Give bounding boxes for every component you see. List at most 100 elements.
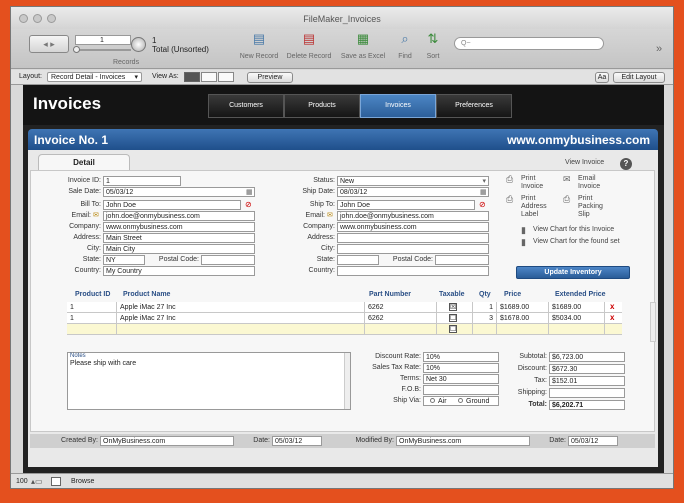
new-record-button[interactable]: ▤ New Record (235, 31, 283, 60)
delete-row-icon[interactable]: x (610, 302, 614, 311)
ship-country-field[interactable] (337, 266, 489, 276)
table-row[interactable]: 1 Apple iMac 27 Inc 6262 ☐ 3 $1678.00 $5… (67, 313, 622, 324)
qty-cell[interactable]: 1 (473, 302, 497, 313)
part-number-cell[interactable]: 6262 (365, 313, 437, 324)
preview-button[interactable]: Preview (247, 72, 293, 83)
invoice-id-field[interactable]: 1 (103, 176, 181, 186)
nav-tab-invoices[interactable]: Invoices (360, 94, 436, 118)
view-as-form-button[interactable] (184, 72, 200, 82)
save-excel-button[interactable]: ▦ Save as Excel (339, 31, 387, 60)
record-nav-arrows[interactable]: ◂ ▸ (29, 35, 69, 53)
notes-scrollbar[interactable] (344, 353, 350, 409)
nav-tab-products[interactable]: Products (284, 94, 360, 118)
toggle-toolbar-icon[interactable] (51, 477, 61, 486)
ship-postal-code-label: Postal Code: (392, 256, 433, 263)
ship-email-field[interactable]: john.doe@onmybusiness.com (337, 211, 489, 221)
zoom-controls-icon[interactable]: ▴▭ (31, 477, 43, 486)
print-address-label-button[interactable]: ⎙ Print Address Label (506, 195, 555, 219)
formatting-bar-button[interactable]: Aa (595, 72, 609, 83)
update-inventory-button[interactable]: Update Inventory (516, 266, 630, 279)
edit-layout-button[interactable]: Edit Layout (613, 72, 665, 83)
bill-to-field[interactable]: John Doe (103, 200, 241, 210)
layout-select[interactable]: Record Detail - Invoices ▾ (47, 72, 142, 82)
sort-button[interactable]: ⇅ Sort (409, 31, 457, 60)
zoom-level[interactable]: 100 (16, 478, 28, 485)
calendar-icon[interactable]: ▦ (246, 188, 253, 196)
part-number-cell[interactable]: 6262 (365, 302, 437, 313)
table-scrollbar[interactable] (650, 302, 656, 342)
product-id-cell[interactable]: 1 (67, 302, 117, 313)
record-slider-track[interactable] (75, 49, 131, 51)
email-field[interactable]: john.doe@onmybusiness.com (103, 211, 255, 221)
postal-code-field[interactable] (201, 255, 255, 265)
notes-text[interactable]: Please ship with care (70, 360, 136, 367)
ship-postal-code-field[interactable] (435, 255, 489, 265)
ship-city-field[interactable] (337, 244, 489, 254)
price-cell[interactable] (497, 324, 549, 335)
taxable-checkbox[interactable]: ☐ (449, 325, 457, 333)
part-number-cell[interactable] (365, 324, 437, 335)
ship-via-air-radio[interactable] (430, 398, 435, 403)
clear-bill-to-icon[interactable]: ⊘ (245, 200, 252, 209)
quick-find-search-input[interactable]: Q~ (454, 37, 604, 50)
invoice-heading: Invoice No. 1 (34, 133, 109, 147)
shipping-field[interactable] (549, 388, 625, 398)
toolbar-overflow-icon[interactable]: » (656, 43, 662, 55)
view-invoice-link[interactable]: View Invoice (565, 159, 604, 166)
product-id-cell[interactable]: 1 (67, 313, 117, 324)
email-invoice-button[interactable]: ✉ Email Invoice (563, 175, 614, 191)
view-as-table-button[interactable] (218, 72, 234, 82)
company-field[interactable]: www.onmybusiness.com (103, 222, 255, 232)
website-link[interactable]: www.onmybusiness.com (507, 133, 650, 147)
invoice-panel: Detail View Invoice ? Invoice ID: 1 Sale… (28, 150, 658, 467)
ship-date-field[interactable]: 08/03/12 (337, 187, 489, 197)
state-field[interactable]: NY (103, 255, 145, 265)
taxable-checkbox[interactable]: ☐ (449, 314, 457, 322)
nav-tab-customers[interactable]: Customers (208, 94, 284, 118)
status-select[interactable]: New ▾ (337, 176, 489, 186)
address-field[interactable]: Main Street (103, 233, 255, 243)
clear-ship-to-icon[interactable]: ⊘ (479, 200, 486, 209)
fob-field[interactable] (423, 385, 499, 395)
help-icon[interactable]: ? (620, 158, 632, 170)
sales-tax-rate-field[interactable]: 10% (423, 363, 499, 373)
calendar-icon[interactable]: ▦ (480, 188, 487, 196)
table-row[interactable]: 1 Apple iMac 27 Inc 6262 ☒ 1 $1689.00 $1… (67, 302, 622, 313)
ship-to-field[interactable]: John Doe (337, 200, 475, 210)
print-invoice-button[interactable]: ⎙ Print Invoice (506, 175, 557, 191)
terms-field[interactable]: Net 30 (423, 374, 499, 384)
record-number-field[interactable]: 1 (75, 35, 131, 45)
ship-state-field[interactable] (337, 255, 379, 265)
price-cell[interactable]: $1689.00 (497, 302, 549, 313)
nav-tab-preferences[interactable]: Preferences (436, 94, 512, 118)
view-as-list-button[interactable] (201, 72, 217, 82)
product-id-cell[interactable] (67, 324, 117, 335)
ship-company-field[interactable]: www.onmybusiness.com (337, 222, 489, 232)
product-name-cell[interactable]: Apple iMac 27 Inc (117, 313, 365, 324)
ship-via-ground-radio[interactable] (458, 398, 463, 403)
bar-chart-icon: ▮ (521, 237, 526, 247)
delete-row-icon[interactable]: x (610, 313, 614, 322)
record-slider-handle[interactable] (73, 46, 80, 53)
country-field[interactable]: My Country (103, 266, 255, 276)
sale-date-field[interactable]: 05/03/12 (103, 187, 255, 197)
product-name-cell[interactable]: Apple iMac 27 Inc (117, 302, 365, 313)
qty-cell[interactable]: 3 (473, 313, 497, 324)
qty-cell[interactable] (473, 324, 497, 335)
discount-rate-field[interactable]: 10% (423, 352, 499, 362)
city-field[interactable]: Main City (103, 244, 255, 254)
product-name-cell[interactable] (117, 324, 365, 335)
print-packing-slip-button[interactable]: ⎙ Print Packing Slip (563, 195, 612, 219)
discount-rate-label: Discount Rate: (375, 353, 421, 360)
tab-detail[interactable]: Detail (38, 154, 130, 171)
send-email-icon[interactable]: ✉ (93, 211, 99, 219)
view-chart-found-set-link[interactable]: ▮ View Chart for the found set (521, 238, 653, 247)
view-chart-invoice-link[interactable]: ▮ View Chart for this Invoice (521, 226, 653, 235)
taxable-checkbox[interactable]: ☒ (449, 303, 457, 311)
notes-box[interactable]: Notes Please ship with care (67, 352, 351, 410)
table-new-row[interactable]: ☐ (67, 324, 622, 335)
send-email-icon[interactable]: ✉ (327, 211, 333, 219)
delete-record-button[interactable]: ▤ Delete Record (285, 31, 333, 60)
ship-address-field[interactable] (337, 233, 489, 243)
price-cell[interactable]: $1678.00 (497, 313, 549, 324)
